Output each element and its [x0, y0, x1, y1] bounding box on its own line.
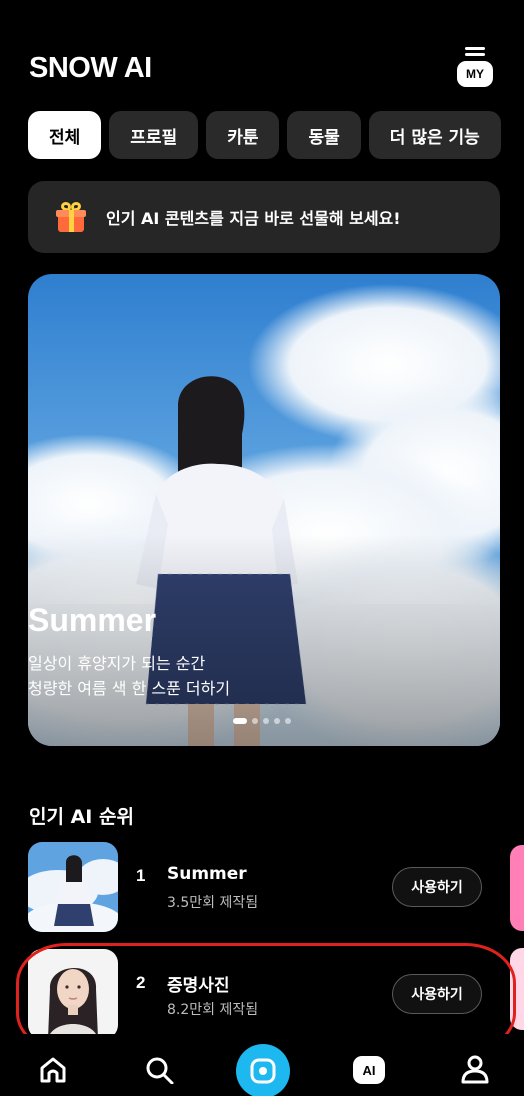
rank-item-count: 3.5만회 제작됨 — [167, 895, 259, 911]
ai-icon[interactable]: AI — [353, 1056, 385, 1084]
promo-text: 인기 AI 콘텐츠를 지금 바로 선물해 보세요! — [106, 209, 401, 228]
tab-more-features[interactable]: 더 많은 기능 — [368, 111, 501, 159]
category-tabs: 전체 프로필 카툰 동물 더 많은 기능 — [28, 111, 524, 159]
carousel-dot — [233, 718, 247, 724]
carousel-indicator — [233, 718, 291, 724]
tab-animal[interactable]: 동물 — [287, 111, 361, 159]
bottom-nav: AI — [0, 1034, 524, 1096]
ranking-title: 인기 AI 순위 — [29, 806, 134, 828]
tab-profile[interactable]: 프로필 — [109, 111, 199, 159]
search-icon[interactable] — [145, 1056, 175, 1088]
thumbnail-summer — [28, 842, 118, 932]
tab-cartoon[interactable]: 카툰 — [206, 111, 280, 159]
rank-item-name: Summer — [167, 864, 247, 884]
my-icon-line — [465, 47, 485, 50]
tab-all[interactable]: 전체 — [28, 111, 102, 159]
rank-number: 1 — [136, 866, 146, 885]
my-icon-line — [465, 53, 485, 56]
gift-icon — [56, 201, 86, 232]
carousel-dot — [285, 718, 291, 724]
use-button[interactable]: 사용하기 — [392, 867, 482, 907]
carousel-dot — [274, 718, 280, 724]
profile-icon[interactable] — [460, 1054, 490, 1088]
my-page-button[interactable]: MY — [457, 47, 493, 87]
hero-subtitle-line1: 일상이 휴양지가 되는 순간 — [28, 654, 206, 673]
my-badge: MY — [457, 61, 493, 87]
ranking-item[interactable]: 1 Summer 3.5만회 제작됨 사용하기 — [28, 842, 498, 934]
camera-icon[interactable] — [236, 1044, 290, 1096]
header: SNOW AI MY — [0, 0, 524, 100]
next-card-peek[interactable] — [510, 845, 524, 931]
hero-subtitle-line2: 청량한 여름 색 한 스푼 더하기 — [28, 679, 231, 698]
home-icon[interactable] — [38, 1056, 68, 1088]
carousel-dot — [263, 718, 269, 724]
app-title: SNOW AI — [29, 52, 152, 84]
hero-title: Summer — [28, 602, 157, 638]
carousel-dot — [252, 718, 258, 724]
gift-promo-banner[interactable]: 인기 AI 콘텐츠를 지금 바로 선물해 보세요! — [28, 181, 500, 253]
